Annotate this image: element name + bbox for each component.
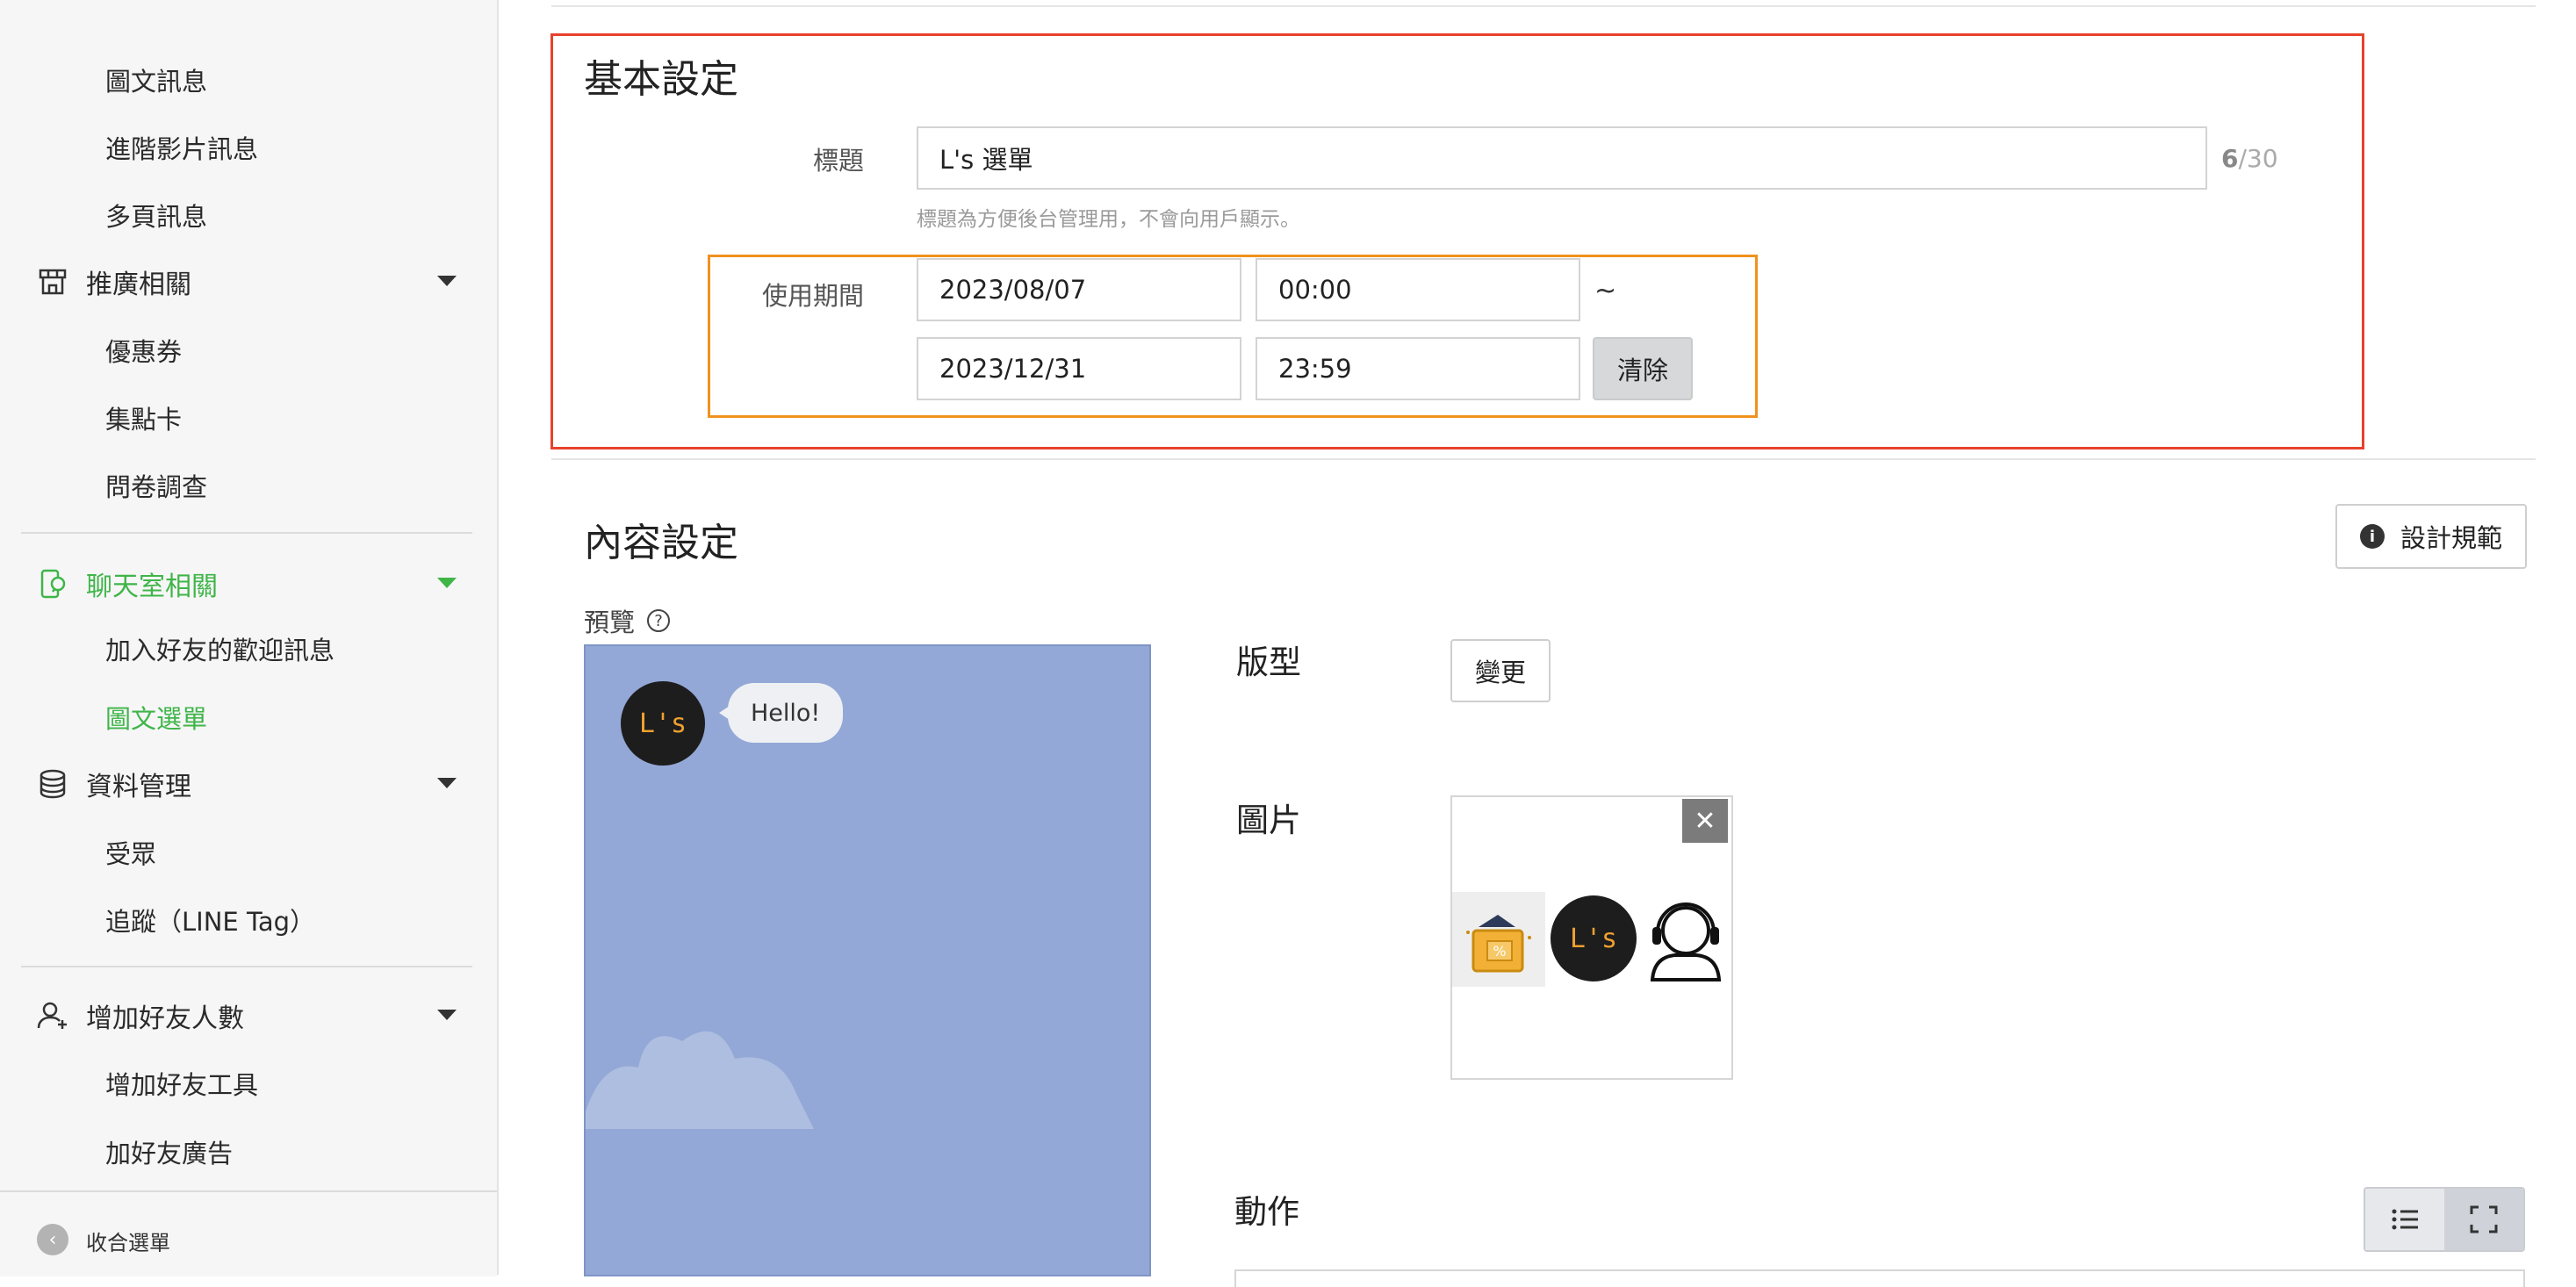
sidebar-item-coupon[interactable]: 優惠券 <box>105 332 182 369</box>
chevron-down-icon <box>437 578 457 588</box>
layout-label: 版型 <box>1236 644 1301 681</box>
action-field[interactable] <box>1234 1269 2525 1287</box>
basic-settings-heading: 基本設定 <box>584 57 738 102</box>
image-label: 圖片 <box>1236 802 1301 839</box>
start-time-input[interactable]: 00:00 <box>1256 258 1580 321</box>
counter-max: /30 <box>2238 144 2278 173</box>
end-date-input[interactable]: 2023/12/31 <box>917 337 1241 400</box>
list-view-icon[interactable] <box>2365 1189 2444 1250</box>
end-time-value: 23:59 <box>1278 354 1352 384</box>
chevron-left-icon: ‹ <box>37 1224 68 1255</box>
info-icon: i <box>2359 524 2385 549</box>
start-date-input[interactable]: 2023/08/07 <box>917 258 1241 321</box>
sidebar-group-label: 增加好友人數 <box>86 1003 244 1034</box>
sidebar-group-data[interactable]: 資料管理 <box>35 762 457 806</box>
chat-bubble: Hello! <box>718 683 844 743</box>
title-char-counter: 6/30 <box>2221 144 2278 173</box>
chat-preview: L's Hello! <box>584 644 1151 1276</box>
sidebar-item-survey[interactable]: 問卷調查 <box>105 467 207 504</box>
chevron-down-icon <box>437 778 457 788</box>
sidebar-group-label: 資料管理 <box>86 772 191 802</box>
svg-text:%: % <box>1493 943 1506 960</box>
section-divider <box>551 458 2536 460</box>
preview-label-text: 預覽 <box>584 608 636 637</box>
sidebar-item-card-message[interactable]: 多頁訊息 <box>105 197 207 234</box>
period-separator: ~ <box>1594 276 1617 306</box>
title-input[interactable]: L's 選單 <box>917 126 2207 190</box>
add-user-icon <box>35 998 70 1033</box>
design-guide-label: 設計規範 <box>2400 523 2502 553</box>
help-icon[interactable]: ? <box>647 609 671 632</box>
database-icon <box>35 766 70 802</box>
shop-icon <box>35 264 70 299</box>
sidebar-item-welcome-message[interactable]: 加入好友的歡迎訊息 <box>105 630 335 667</box>
chat-phone-icon <box>35 566 70 601</box>
sidebar-group-label: 推廣相關 <box>86 270 191 300</box>
change-layout-button[interactable]: 變更 <box>1450 639 1551 702</box>
sidebar-item-friend-ads[interactable]: 加好友廣告 <box>105 1133 233 1170</box>
title-hint: 標題為方便後台管理用，不會向用戶顯示。 <box>917 208 1300 231</box>
period-label: 使用期間 <box>761 281 864 311</box>
sidebar-item-friend-tools[interactable]: 增加好友工具 <box>105 1065 258 1102</box>
sidebar-group-chat[interactable]: 聊天室相關 <box>35 562 457 606</box>
sidebar-item-rich-menu[interactable]: 圖文選單 <box>105 699 207 736</box>
collapse-menu-label: 收合選單 <box>86 1231 170 1255</box>
sidebar-item-rich-message[interactable]: 圖文訊息 <box>105 61 207 98</box>
sidebar-group-friends[interactable]: 增加好友人數 <box>35 994 457 1038</box>
start-date-value: 2023/08/07 <box>939 275 1087 305</box>
sidebar-item-reward-card[interactable]: 集點卡 <box>105 399 182 436</box>
headset-icon <box>1650 902 1722 981</box>
sidebar-divider <box>21 532 472 534</box>
preview-label: 預覽 ? <box>584 602 671 639</box>
sidebar-item-video-message[interactable]: 進階影片訊息 <box>105 129 258 166</box>
section-divider <box>551 5 2536 7</box>
close-icon[interactable]: ✕ <box>1682 799 1728 843</box>
content-settings-heading: 內容設定 <box>584 521 738 565</box>
chevron-down-icon <box>437 1010 457 1020</box>
brand-logo-text: L's <box>1569 923 1618 954</box>
title-label: 標題 <box>812 146 864 176</box>
start-time-value: 00:00 <box>1278 275 1352 305</box>
design-guide-button[interactable]: i 設計規範 <box>2335 504 2527 569</box>
sidebar-item-audience[interactable]: 受眾 <box>105 834 156 871</box>
view-toggle <box>2364 1187 2525 1252</box>
brand-logo-image: L's <box>1551 895 1637 981</box>
cloud-decoration <box>586 1031 814 1129</box>
image-preview: ✕ % L's <box>1450 795 1733 1080</box>
sidebar: 圖文訊息 進階影片訊息 多頁訊息 推廣相關 優惠券 集點卡 問卷調查 聊天室相關… <box>0 0 499 1276</box>
collapse-menu-button[interactable]: ‹ 收合選單 <box>0 1190 497 1276</box>
end-time-input[interactable]: 23:59 <box>1256 337 1580 400</box>
sidebar-divider <box>21 966 472 967</box>
coupon-image: % <box>1452 892 1545 987</box>
fullscreen-view-icon[interactable] <box>2444 1189 2523 1250</box>
sidebar-group-promotion[interactable]: 推廣相關 <box>35 260 457 304</box>
chevron-down-icon <box>437 276 457 286</box>
sidebar-item-line-tag[interactable]: 追蹤（LINE Tag） <box>105 902 315 938</box>
end-date-value: 2023/12/31 <box>939 354 1087 384</box>
title-input-value: L's 選單 <box>939 145 1033 175</box>
sidebar-group-label: 聊天室相關 <box>86 572 218 602</box>
counter-current: 6 <box>2221 144 2239 173</box>
action-label: 動作 <box>1234 1193 1299 1231</box>
avatar: L's <box>621 681 705 766</box>
clear-button[interactable]: 清除 <box>1593 337 1693 400</box>
sidebar-item-clipped <box>105 5 211 16</box>
